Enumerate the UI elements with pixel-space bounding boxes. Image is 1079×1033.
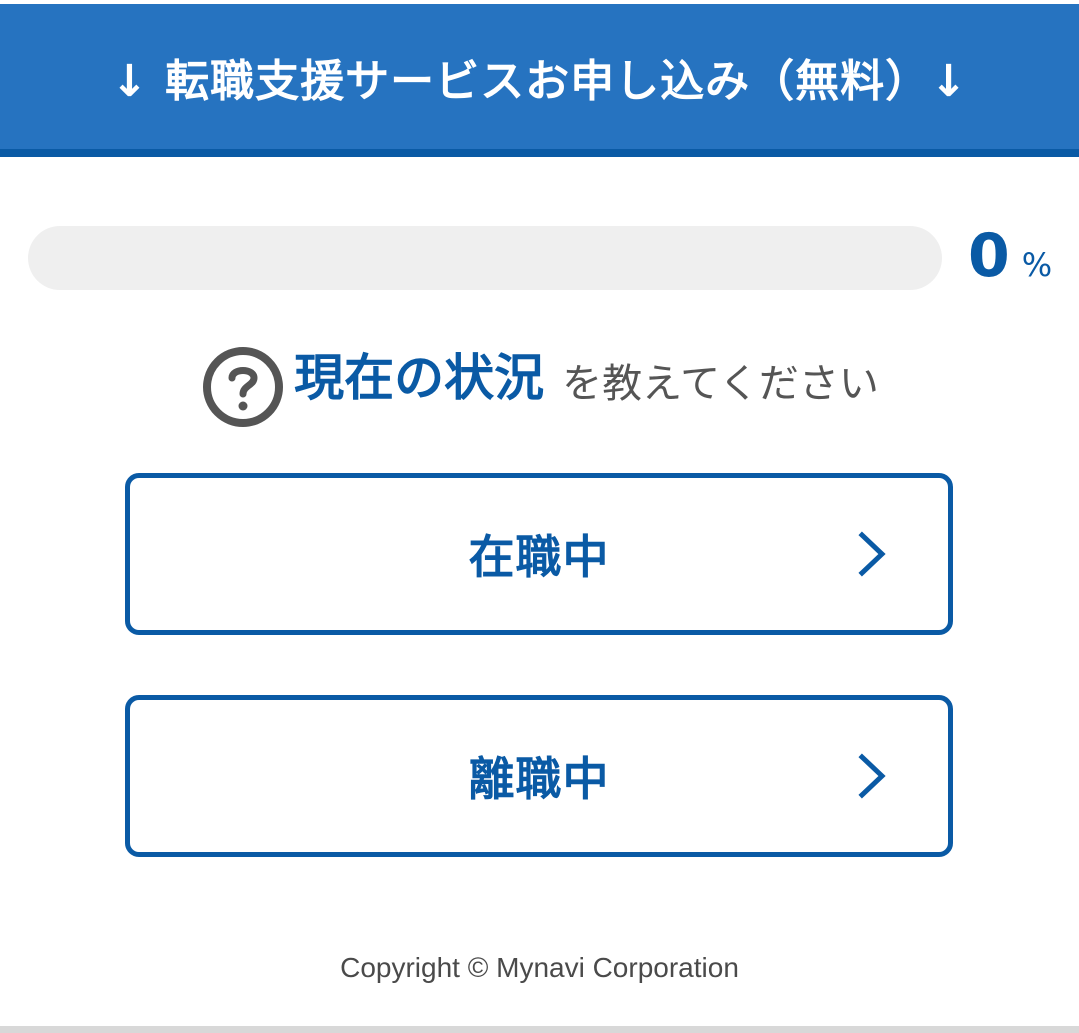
- progress-value: 0: [968, 221, 1010, 291]
- question-heading: 現在の状況 を教えてください: [0, 318, 1079, 430]
- bottom-divider: [0, 1026, 1079, 1033]
- option-employed-label: 在職中: [468, 530, 610, 584]
- option-unemployed-label: 離職中: [468, 752, 610, 806]
- option-unemployed-button[interactable]: 離職中: [125, 695, 953, 857]
- chevron-right-icon: [858, 753, 886, 799]
- footer-copyright: Copyright © Mynavi Corporation: [340, 952, 739, 983]
- chevron-right-icon: [858, 531, 886, 577]
- progress-bar: [28, 226, 942, 290]
- page-header: ↓ 転職支援サービスお申し込み（無料）↓: [0, 4, 1079, 157]
- question-rest-text: を教えてください: [562, 361, 879, 407]
- progress-unit: %: [1021, 246, 1053, 284]
- question-circle-icon: [203, 347, 284, 427]
- header-title: ↓ 転職支援サービスお申し込み（無料）↓: [110, 55, 969, 107]
- option-employed-button[interactable]: 在職中: [125, 473, 953, 635]
- question-strong-text: 現在の状況: [294, 349, 545, 407]
- progress-label: 0 %: [968, 218, 1052, 294]
